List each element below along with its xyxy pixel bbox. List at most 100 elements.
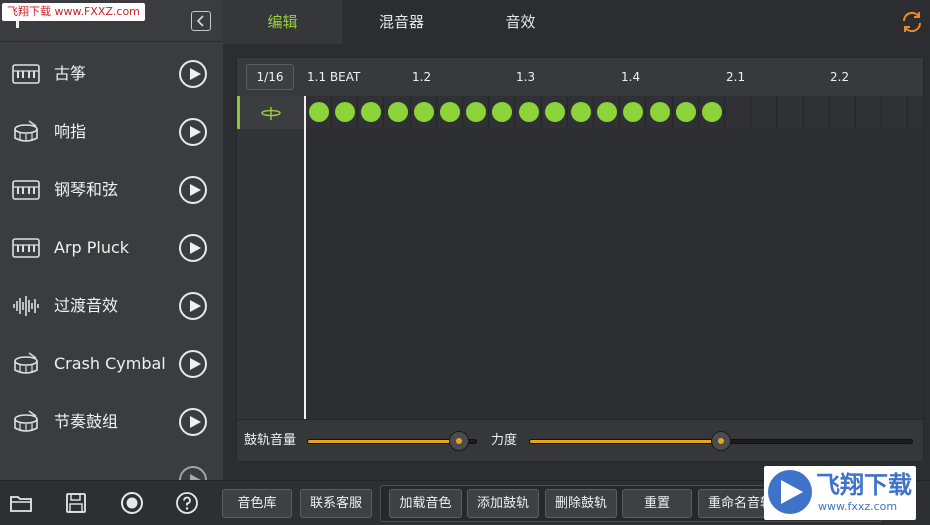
- instrument-sidebar: 飞翔下载 www.FXXZ.com 古筝 响指 钢琴和弦 Arp Pluck 过…: [0, 0, 223, 480]
- step-active-dot: [518, 102, 539, 122]
- track-volume-label: 鼓轨音量: [244, 433, 297, 448]
- step-cell[interactable]: [647, 96, 673, 129]
- step-cell[interactable]: [725, 96, 752, 129]
- step-active-dot: [361, 102, 382, 122]
- step-cell[interactable]: [516, 96, 542, 129]
- instrument-item[interactable]: 节奏鼓组: [0, 393, 223, 451]
- reset-button[interactable]: 重置: [622, 489, 692, 518]
- velocity-slider[interactable]: [529, 431, 913, 451]
- play-preview-button[interactable]: [179, 176, 207, 204]
- tab-mixer[interactable]: 混音器: [342, 0, 461, 44]
- beat-ruler: 1/16 1.1 BEAT 1.2 1.3 1.4 2.1 2.2: [237, 58, 923, 96]
- instrument-label: 响指: [54, 122, 87, 141]
- instrument-item[interactable]: 响指: [0, 103, 223, 161]
- step-cell[interactable]: [411, 96, 437, 129]
- step-cell[interactable]: [437, 96, 463, 129]
- step-active-dot: [544, 102, 565, 122]
- step-cell[interactable]: [778, 96, 804, 129]
- save-icon[interactable]: [64, 491, 88, 515]
- watermark-url: www.fxxz.com: [818, 500, 898, 513]
- step-cell[interactable]: [489, 96, 516, 129]
- add-track-button[interactable]: 添加鼓轨: [467, 489, 539, 518]
- track-volume-fill: [308, 440, 460, 443]
- step-cell[interactable]: [463, 96, 490, 129]
- step-cell[interactable]: [804, 96, 830, 129]
- beat-marker: 1.1 BEAT: [307, 70, 361, 84]
- tab-effects[interactable]: 音效: [461, 0, 580, 44]
- play-preview-button[interactable]: [179, 292, 207, 320]
- instrument-label: 节奏鼓组: [54, 412, 119, 431]
- sound-library-button[interactable]: 音色库: [222, 489, 292, 518]
- watermark-text: 飞翔下载: [816, 471, 912, 499]
- step-active-dot: [571, 102, 591, 122]
- beat-marker: 2.1: [726, 70, 746, 84]
- load-sound-button[interactable]: 加载音色: [389, 489, 462, 518]
- step-cell[interactable]: [856, 96, 883, 129]
- step-cell[interactable]: [385, 96, 411, 129]
- instrument-item[interactable]: Arp Pluck: [0, 219, 223, 277]
- instrument-label: Crash Cymbal: [54, 354, 166, 373]
- step-cell[interactable]: [542, 96, 568, 129]
- pattern-area[interactable]: [306, 129, 923, 419]
- contact-support-button[interactable]: 联系客服: [300, 489, 372, 518]
- folder-icon[interactable]: [9, 491, 33, 515]
- step-active-dot: [702, 102, 722, 122]
- track-volume-knob[interactable]: [449, 431, 470, 451]
- collapse-sidebar-button[interactable]: [191, 11, 211, 31]
- step-cell[interactable]: [594, 96, 621, 129]
- tab-edit[interactable]: 编辑: [223, 0, 342, 44]
- help-icon[interactable]: [175, 491, 199, 515]
- step-active-dot: [649, 102, 670, 122]
- step-cell[interactable]: [332, 96, 359, 129]
- step-sequencer-row: [306, 96, 923, 129]
- step-cell[interactable]: [306, 96, 332, 129]
- step-cell[interactable]: [909, 96, 930, 129]
- sync-icon[interactable]: [900, 10, 924, 34]
- step-active-dot: [466, 102, 487, 122]
- play-preview-button[interactable]: [179, 466, 207, 480]
- instrument-item[interactable]: 古筝: [0, 45, 223, 103]
- step-cell[interactable]: [830, 96, 856, 129]
- main-tabbar: 编辑 混音器 音效: [223, 0, 930, 44]
- step-cell[interactable]: [358, 96, 385, 129]
- step-active-dot: [440, 102, 460, 122]
- instrument-item[interactable]: 钢琴和弦: [0, 161, 223, 219]
- drum-icon: [14, 410, 38, 432]
- instrument-item-partial[interactable]: [0, 451, 223, 480]
- step-active-dot: [623, 102, 644, 122]
- step-cell[interactable]: [751, 96, 778, 129]
- play-preview-button[interactable]: [179, 408, 207, 436]
- step-cell[interactable]: [699, 96, 725, 129]
- beat-marker: 1.2: [412, 70, 432, 84]
- grid-resolution-button[interactable]: 1/16: [246, 64, 294, 90]
- cymbal-icon: [261, 107, 281, 120]
- play-preview-button[interactable]: [179, 118, 207, 146]
- instrument-label: Arp Pluck: [54, 238, 130, 257]
- watermark-badge: 飞翔下载 www.fxxz.com: [764, 466, 916, 520]
- track-volume-slider[interactable]: [307, 431, 477, 451]
- play-preview-button[interactable]: [179, 60, 207, 88]
- playhead[interactable]: [304, 96, 306, 419]
- pattern-editor: 1/16 1.1 BEAT 1.2 1.3 1.4 2.1 2.2 鼓轨音量 力…: [236, 57, 924, 462]
- play-preview-button[interactable]: [179, 350, 207, 378]
- delete-track-button[interactable]: 删除鼓轨: [545, 489, 617, 518]
- chevron-left-icon: [196, 15, 204, 27]
- step-cell[interactable]: [568, 96, 594, 129]
- beat-marker: 2.2: [830, 70, 850, 84]
- instrument-item[interactable]: 过渡音效: [0, 277, 223, 335]
- record-icon[interactable]: [120, 491, 144, 515]
- step-cell[interactable]: [882, 96, 909, 129]
- step-cell[interactable]: [673, 96, 699, 129]
- instrument-item[interactable]: Crash Cymbal: [0, 335, 223, 393]
- instrument-label: 过渡音效: [54, 296, 119, 315]
- watermark-label: 飞翔下载 www.FXXZ.com: [2, 3, 145, 21]
- drum-icon: [14, 352, 38, 374]
- waveform-icon: [13, 296, 39, 316]
- beat-marker: 1.3: [516, 70, 536, 84]
- velocity-fill: [530, 440, 721, 443]
- track-header[interactable]: [237, 96, 305, 129]
- velocity-knob[interactable]: [711, 431, 731, 451]
- play-preview-button[interactable]: [179, 234, 207, 262]
- step-cell[interactable]: [620, 96, 647, 129]
- track-slider-bar: 鼓轨音量 力度: [237, 419, 923, 461]
